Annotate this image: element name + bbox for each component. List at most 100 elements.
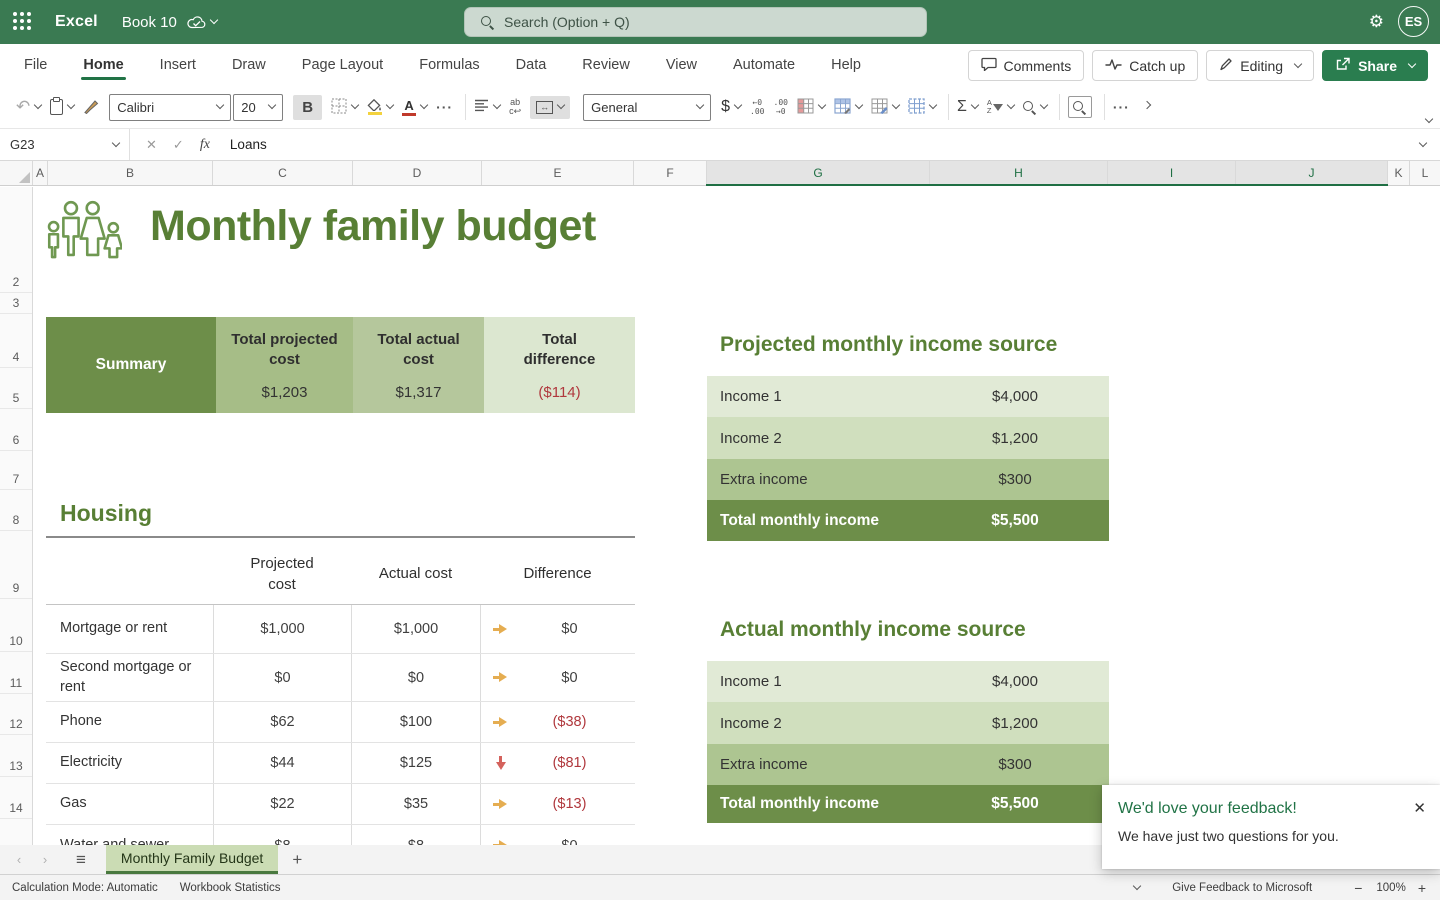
document-title[interactable]: Book 10 <box>122 14 217 31</box>
borders-button[interactable] <box>331 98 358 117</box>
menu-tab-review[interactable]: Review <box>580 47 632 83</box>
app-launcher-icon[interactable] <box>13 12 33 32</box>
column-header-i[interactable]: I <box>1108 161 1236 185</box>
autosum-button[interactable]: Σ <box>957 98 978 116</box>
summary-actual-cell[interactable]: Total actual cost $1,317 <box>353 317 484 413</box>
next-sheet-icon[interactable]: › <box>38 852 52 867</box>
cell-styles-button[interactable] <box>871 98 899 117</box>
housing-table[interactable]: Mortgage or rent $1,000 $1,000 $0 Second… <box>46 604 635 845</box>
ribbon-overflow-button[interactable]: ··· <box>1113 99 1130 115</box>
expand-formula-bar-icon[interactable] <box>1419 138 1427 146</box>
column-header-e[interactable]: E <box>482 161 634 185</box>
settings-gear-icon[interactable]: ⚙ <box>1369 13 1384 30</box>
sheet-title[interactable]: Monthly family budget <box>150 202 596 251</box>
table-row-total[interactable]: Total monthly income$5,500 <box>707 785 1109 823</box>
prev-sheet-icon[interactable]: ‹ <box>12 852 26 867</box>
increase-decimal-button[interactable]: ←0.00 <box>750 98 764 116</box>
column-header-b[interactable]: B <box>48 161 213 185</box>
housing-column-headers[interactable]: Projected cost Actual cost Difference <box>46 545 635 604</box>
table-row-total[interactable]: Total monthly income$5,500 <box>707 500 1109 541</box>
sheet-tab-active[interactable]: Monthly Family Budget <box>106 845 278 874</box>
column-header-d[interactable]: D <box>353 161 482 185</box>
column-header-l[interactable]: L <box>1410 161 1440 185</box>
add-sheet-icon[interactable]: + <box>292 850 302 870</box>
menu-tab-view[interactable]: View <box>664 47 699 83</box>
ribbon-scroll-right-button[interactable] <box>1139 104 1150 110</box>
formula-input[interactable]: Loans <box>230 137 1415 152</box>
catch-up-button[interactable]: Catch up <box>1092 50 1198 81</box>
row-header-7[interactable]: 7 <box>0 451 32 490</box>
insert-table-button[interactable] <box>908 98 936 117</box>
column-header-f[interactable]: F <box>634 161 707 185</box>
column-header-a[interactable]: A <box>33 161 48 185</box>
row-header-14[interactable]: 14 <box>0 777 32 819</box>
zoom-out-icon[interactable]: − <box>1354 880 1362 896</box>
projected-income-table[interactable]: Income 1$4,000 Income 2$1,200 Extra inco… <box>707 376 1109 541</box>
decrease-decimal-button[interactable]: .00→0 <box>774 98 788 116</box>
status-menu-chevron-icon[interactable] <box>1133 881 1141 889</box>
merge-center-button[interactable]: ↔ <box>530 96 570 119</box>
row-header-9[interactable]: 9 <box>0 531 32 599</box>
column-header-k[interactable]: K <box>1388 161 1410 185</box>
spreadsheet-canvas[interactable]: Monthly family budget Summary Total proj… <box>33 187 1440 845</box>
table-row[interactable]: Income 2$1,200 <box>707 417 1109 459</box>
menu-tab-data[interactable]: Data <box>514 47 549 83</box>
column-header-h[interactable]: H <box>930 161 1108 185</box>
menu-tab-file[interactable]: File <box>22 47 49 83</box>
find-button[interactable] <box>1023 101 1047 114</box>
summary-difference-cell[interactable]: Total difference ($114) <box>484 317 635 413</box>
select-all-corner[interactable] <box>0 161 33 185</box>
summary-label-cell[interactable]: Summary <box>46 317 216 413</box>
fill-color-button[interactable] <box>367 99 393 115</box>
table-row[interactable]: Water and sewer $8 $8 $0 <box>46 825 635 845</box>
search-input[interactable] <box>504 14 884 30</box>
row-header-2[interactable]: 2 <box>0 270 32 293</box>
font-color-button[interactable]: A <box>402 99 427 116</box>
all-sheets-icon[interactable]: ≡ <box>76 850 86 870</box>
summary-projected-cell[interactable]: Total projected cost $1,203 <box>216 317 353 413</box>
menu-tab-page-layout[interactable]: Page Layout <box>300 47 385 83</box>
column-header-c[interactable]: C <box>213 161 353 185</box>
wrap-text-button[interactable]: abc↩ <box>509 98 521 116</box>
table-row[interactable]: Income 2$1,200 <box>707 702 1109 744</box>
enter-icon[interactable]: ✓ <box>173 137 184 153</box>
table-row[interactable]: Gas $22 $35 ($13) <box>46 784 635 825</box>
table-row[interactable]: Second mortgage or rent $0 $0 $0 <box>46 654 635 702</box>
analyze-data-button[interactable] <box>1068 96 1092 118</box>
row-header-12[interactable]: 12 <box>0 694 32 735</box>
menu-tab-help[interactable]: Help <box>829 47 863 83</box>
projected-income-title[interactable]: Projected monthly income source <box>720 333 1057 357</box>
editing-mode-button[interactable]: Editing <box>1206 50 1314 81</box>
summary-table[interactable]: Summary Total projected cost $1,203 Tota… <box>46 317 635 413</box>
column-header-j[interactable]: J <box>1236 161 1388 185</box>
column-header-g[interactable]: G <box>707 161 930 185</box>
share-button[interactable]: Share <box>1322 50 1428 81</box>
menu-tab-draw[interactable]: Draw <box>230 47 268 83</box>
bold-button[interactable]: B <box>293 95 322 120</box>
row-header-10[interactable]: 10 <box>0 599 32 652</box>
row-header-13[interactable]: 13 <box>0 735 32 777</box>
row-header-5[interactable]: 5 <box>0 368 32 409</box>
actual-income-table[interactable]: Income 1$4,000 Income 2$1,200 Extra inco… <box>707 661 1109 823</box>
font-name-select[interactable]: Calibri <box>109 94 231 121</box>
font-size-select[interactable]: 20 <box>233 94 283 121</box>
menu-tab-formulas[interactable]: Formulas <box>417 47 481 83</box>
give-feedback-link[interactable]: Give Feedback to Microsoft <box>1172 882 1312 894</box>
row-header-6[interactable]: 6 <box>0 409 32 451</box>
comments-button[interactable]: Comments <box>968 50 1085 81</box>
table-row[interactable]: Electricity $44 $125 ($81) <box>46 743 635 784</box>
row-header-8[interactable]: 8 <box>0 490 32 531</box>
table-row[interactable]: Extra income$300 <box>707 459 1109 500</box>
row-header-11[interactable]: 11 <box>0 652 32 694</box>
chevron-down-icon[interactable] <box>210 16 218 24</box>
cell-name-box[interactable]: G23 <box>0 129 130 160</box>
zoom-level[interactable]: 100% <box>1376 882 1405 894</box>
menu-tab-insert[interactable]: Insert <box>158 47 198 83</box>
menu-tab-automate[interactable]: Automate <box>731 47 797 83</box>
calculation-mode-status[interactable]: Calculation Mode: Automatic <box>12 882 158 894</box>
search-box[interactable] <box>464 7 927 37</box>
workbook-statistics-status[interactable]: Workbook Statistics <box>180 882 281 894</box>
conditional-formatting-button[interactable] <box>797 98 825 117</box>
zoom-in-icon[interactable]: + <box>1418 880 1426 896</box>
menu-tab-home[interactable]: Home <box>81 47 125 83</box>
